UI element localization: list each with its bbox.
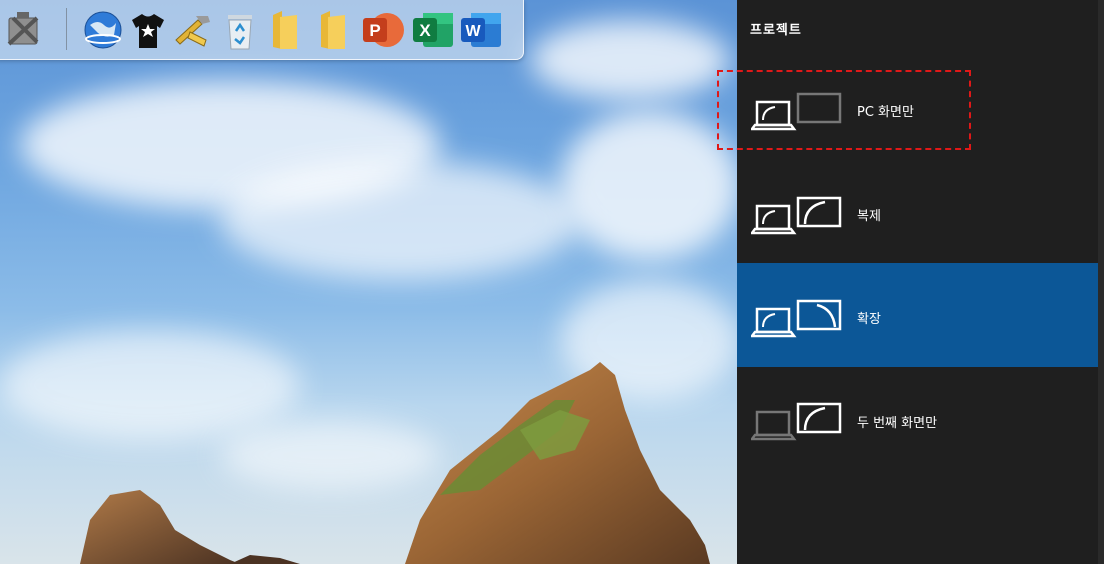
recycle-bin-icon[interactable] bbox=[218, 8, 262, 52]
word-icon[interactable]: W bbox=[459, 8, 503, 52]
option-second-screen-only[interactable]: 두 번째 화면만 bbox=[737, 366, 1104, 470]
option-extend[interactable]: 확장 bbox=[737, 263, 1104, 367]
second-screen-only-icon bbox=[751, 402, 842, 441]
option-label: 복제 bbox=[857, 209, 881, 224]
duplicate-icon bbox=[751, 196, 842, 235]
globe-icon[interactable] bbox=[81, 8, 125, 52]
option-duplicate[interactable]: 복제 bbox=[737, 160, 1104, 264]
panel-edge bbox=[1098, 0, 1104, 564]
extend-icon bbox=[751, 299, 842, 338]
option-label: 확장 bbox=[857, 312, 881, 327]
folder-icon[interactable] bbox=[311, 8, 355, 52]
excel-letter: X bbox=[419, 21, 431, 40]
desktop-wallpaper: P X W bbox=[0, 0, 737, 564]
app-dock: P X W bbox=[0, 0, 524, 60]
system-tools-icon[interactable] bbox=[1, 8, 45, 52]
powerpoint-letter: P bbox=[369, 21, 380, 40]
tshirt-icon[interactable] bbox=[126, 8, 170, 52]
powerpoint-icon[interactable]: P bbox=[361, 8, 405, 52]
option-label: 두 번째 화면만 bbox=[857, 416, 938, 431]
dock-separator bbox=[66, 8, 67, 50]
excel-icon[interactable]: X bbox=[411, 8, 455, 52]
rock-formation bbox=[80, 362, 710, 564]
panel-title: 프로젝트 bbox=[750, 23, 802, 38]
word-letter: W bbox=[465, 23, 481, 40]
utilities-icon[interactable] bbox=[171, 8, 215, 52]
focus-highlight bbox=[717, 70, 971, 150]
folder-icon[interactable] bbox=[263, 8, 307, 52]
